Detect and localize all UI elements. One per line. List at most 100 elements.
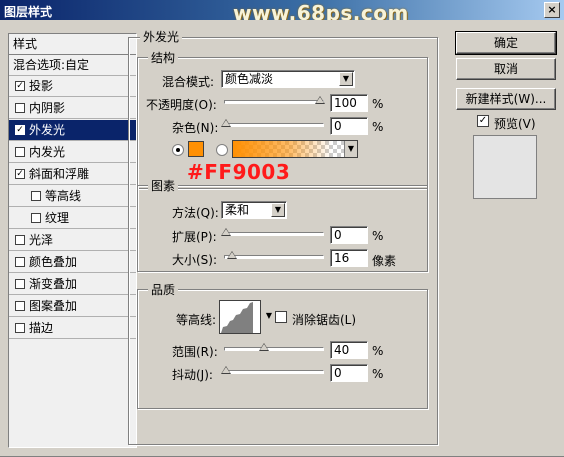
spread-label: 扩展(P):	[172, 230, 217, 244]
opacity-input[interactable]: 100	[330, 94, 368, 112]
contour-label: 等高线:	[176, 313, 217, 327]
structure-title: 结构	[148, 49, 179, 66]
style-item-label: 渐变叠加	[29, 277, 78, 291]
jitter-slider[interactable]	[224, 370, 324, 374]
size-unit: 像素	[372, 254, 397, 268]
style-item-5[interactable]: ✓ 斜面和浮雕	[9, 164, 136, 185]
style-item-label: 纹理	[45, 211, 70, 225]
new-style-button[interactable]: 新建样式(W)...	[456, 88, 556, 110]
method-value: 柔和	[225, 203, 250, 217]
style-item-checkbox[interactable]	[15, 279, 25, 289]
size-input[interactable]: 16	[330, 249, 368, 267]
style-item-checkbox[interactable]	[15, 235, 25, 245]
style-item-checkbox[interactable]	[15, 147, 25, 157]
style-item-label: 图案叠加	[29, 299, 78, 313]
style-item-checkbox[interactable]	[15, 323, 25, 333]
elements-title: 图素	[148, 177, 179, 194]
contour-picker[interactable]: ▼	[219, 300, 272, 334]
size-slider[interactable]	[224, 255, 324, 259]
noise-input[interactable]: 0	[330, 117, 368, 135]
spread-input[interactable]: 0	[330, 226, 368, 244]
style-item-label: 等高线	[45, 189, 82, 203]
antialias-label: 消除锯齿(L)	[292, 313, 357, 327]
chevron-down-icon: ▼	[265, 311, 272, 320]
style-item-4[interactable]: 内发光	[9, 142, 136, 163]
chevron-down-icon: ▼	[271, 203, 285, 217]
range-slider-thumb[interactable]	[258, 343, 269, 351]
style-item-checkbox[interactable]: ✓	[15, 125, 25, 135]
style-item-label: 斜面和浮雕	[29, 167, 90, 181]
style-item-checkbox[interactable]: ✓	[15, 169, 25, 179]
noise-label: 杂色(N):	[172, 121, 219, 135]
style-item-label: 内阴影	[29, 101, 66, 115]
spread-slider[interactable]	[224, 232, 324, 236]
gradient-radio[interactable]	[216, 144, 228, 156]
range-input[interactable]: 40	[330, 341, 368, 359]
spread-slider-thumb[interactable]	[221, 228, 231, 236]
style-list: 样式 混合选项:自定 ✓ 投影内阴影 ✓ 外发光内发光 ✓ 斜面和浮雕等高线纹理光泽颜色叠…	[8, 33, 137, 448]
opacity-label: 不透明度(O):	[146, 98, 217, 112]
jitter-input[interactable]: 0	[330, 364, 368, 382]
style-item-checkbox[interactable]	[31, 213, 41, 223]
noise-unit: %	[372, 120, 384, 134]
size-slider-thumb[interactable]	[226, 251, 237, 259]
window-title: 图层样式	[4, 5, 53, 19]
quality-title: 品质	[148, 281, 179, 298]
blend-mode-value: 颜色减淡	[225, 72, 274, 86]
range-label: 范围(R):	[172, 345, 218, 359]
range-slider[interactable]	[224, 347, 324, 351]
style-item-1[interactable]: ✓ 投影	[9, 76, 136, 97]
style-item-7[interactable]: 纹理	[9, 208, 136, 229]
style-item-label: 颜色叠加	[29, 255, 78, 269]
opacity-slider-thumb[interactable]	[315, 96, 325, 104]
style-item-9[interactable]: 颜色叠加	[9, 252, 136, 273]
noise-slider-thumb[interactable]	[221, 119, 231, 127]
opacity-unit: %	[372, 97, 384, 111]
style-item-6[interactable]: 等高线	[9, 186, 136, 207]
style-list-header[interactable]: 样式	[9, 34, 136, 55]
style-item-checkbox[interactable]: ✓	[15, 81, 25, 91]
range-unit: %	[372, 344, 384, 358]
solid-color-radio[interactable]	[172, 144, 184, 156]
style-item-checkbox[interactable]	[15, 257, 25, 267]
blend-mode-label: 混合模式:	[162, 75, 215, 89]
contour-curve-icon	[221, 302, 253, 333]
dialog-client: 样式 混合选项:自定 ✓ 投影 内阴影 ✓ 外发光 内发光 ✓ 斜面和浮雕 等高线 纹理 光泽 颜色叠…	[0, 20, 564, 457]
cancel-button[interactable]: 取消	[456, 58, 556, 80]
jitter-slider-thumb[interactable]	[221, 366, 231, 374]
style-item-checkbox[interactable]	[31, 191, 41, 201]
close-icon[interactable]: ×	[544, 2, 560, 18]
opacity-slider[interactable]	[224, 100, 324, 104]
style-item-label: 内发光	[29, 145, 66, 159]
style-item-11[interactable]: 图案叠加	[9, 296, 136, 317]
style-item-3[interactable]: ✓ 外发光	[9, 120, 136, 141]
chevron-down-icon: ▼	[339, 72, 353, 86]
preview-swatch	[473, 135, 537, 199]
style-item-label: 投影	[29, 79, 54, 93]
blend-options-label: 混合选项:自定	[13, 58, 90, 72]
preview-label: 预览(V)	[494, 117, 536, 131]
color-annotation: #FF9003	[187, 160, 291, 184]
style-item-8[interactable]: 光泽	[9, 230, 136, 251]
style-item-checkbox[interactable]	[15, 103, 25, 113]
size-label: 大小(S):	[172, 253, 218, 267]
blend-mode-select[interactable]: 颜色减淡 ▼	[221, 70, 355, 88]
style-item-12[interactable]: 描边	[9, 318, 136, 339]
style-item-checkbox[interactable]	[15, 301, 25, 311]
preview-checkbox[interactable]: ✓	[477, 115, 489, 127]
style-item-10[interactable]: 渐变叠加	[9, 274, 136, 295]
outer-glow-title: 外发光	[140, 28, 183, 45]
glow-color-swatch[interactable]	[188, 141, 204, 157]
spread-unit: %	[372, 229, 384, 243]
style-item-label: 描边	[29, 321, 54, 335]
method-select[interactable]: 柔和 ▼	[221, 201, 287, 219]
antialias-checkbox[interactable]	[275, 311, 287, 323]
chevron-down-icon: ▼	[344, 141, 357, 157]
gradient-picker[interactable]: ▼	[232, 140, 358, 158]
style-item-2[interactable]: 内阴影	[9, 98, 136, 119]
jitter-label: 抖动(J):	[172, 368, 213, 382]
blend-options-item[interactable]: 混合选项:自定	[9, 55, 136, 76]
noise-slider[interactable]	[224, 123, 324, 127]
ok-button[interactable]: 确定	[455, 31, 557, 55]
titlebar[interactable]: 图层样式 www.68ps.com ×	[0, 0, 564, 25]
